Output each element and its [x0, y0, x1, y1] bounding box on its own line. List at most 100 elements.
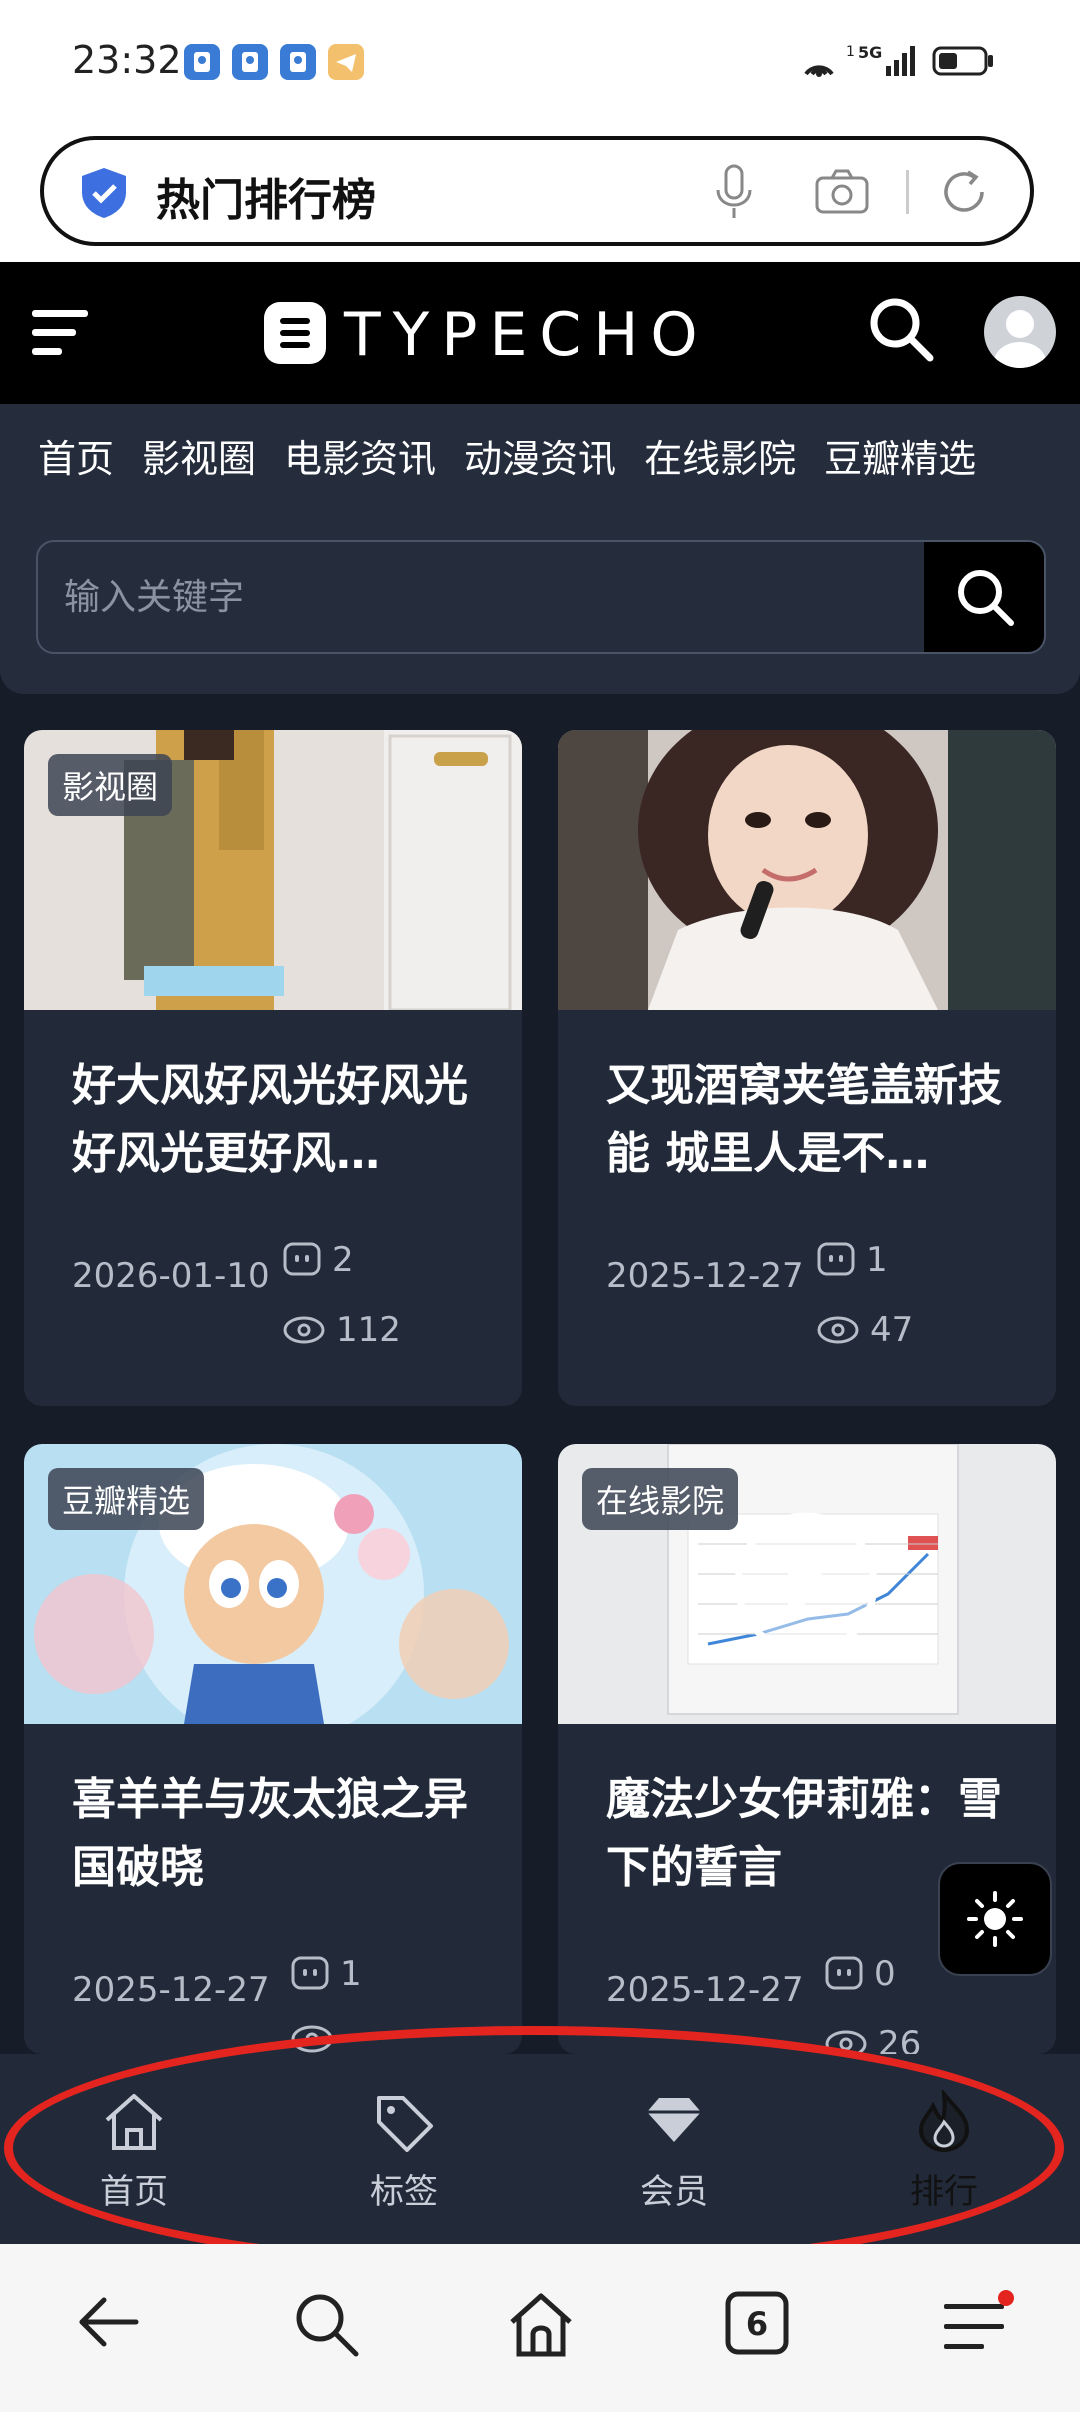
view-count-value: 112	[336, 1310, 401, 1350]
address-bar[interactable]: 热门排行榜	[40, 136, 1034, 246]
refresh-icon[interactable]	[938, 166, 990, 222]
comment-count: 0	[824, 1954, 896, 1994]
status-bar: 23:32 1 5G	[0, 0, 1080, 128]
eye-icon	[817, 1316, 859, 1344]
nav-link-anime-news[interactable]: 动漫资讯	[464, 428, 616, 483]
svg-text:5G: 5G	[858, 43, 882, 62]
browser-address-area: 热门排行榜	[0, 128, 1080, 262]
search-input[interactable]	[38, 542, 924, 652]
nav-link-douban[interactable]: 豆瓣精选	[824, 428, 976, 483]
signal-icon	[886, 46, 915, 76]
nav-link-online-cinema[interactable]: 在线影院	[644, 428, 796, 483]
bottom-nav-tags[interactable]: 标签	[334, 2090, 474, 2213]
site-search-form	[36, 540, 1046, 654]
search-button[interactable]	[924, 542, 1044, 652]
comment-count-value: 1	[866, 1240, 888, 1280]
nav-link-film-circle[interactable]: 影视圈	[142, 428, 256, 483]
theme-toggle-button[interactable]	[938, 1862, 1052, 1976]
post-title[interactable]: 好大风好风光好风光好风光更好风…	[72, 1052, 482, 1188]
bottom-nav-ranking[interactable]: 排行	[874, 2087, 1014, 2213]
search-icon[interactable]	[866, 294, 936, 368]
tag-icon	[377, 2096, 433, 2152]
battery-icon	[932, 46, 993, 76]
status-icons: 1 5G	[798, 40, 1008, 80]
app-notification-icon	[184, 44, 220, 80]
menu-icon[interactable]	[940, 2290, 1014, 2364]
app-notification-icon	[232, 44, 268, 80]
category-nav-panel: 首页 影视圈 电影资讯 动漫资讯 在线影院 豆瓣精选	[0, 404, 1080, 694]
post-card[interactable]: 豆瓣精选 喜羊羊与灰太狼之异国破晓 2025-12-27 1	[24, 1444, 522, 2054]
hotspot-icon	[804, 65, 834, 77]
shield-icon	[80, 166, 128, 224]
eye-icon	[283, 1316, 325, 1344]
post-date: 2025-12-27	[606, 1256, 804, 1296]
category-nav: 首页 影视圈 电影资讯 动漫资讯 在线影院 豆瓣精选	[38, 428, 976, 483]
fire-icon	[918, 2087, 970, 2152]
view-count	[290, 2024, 334, 2054]
logo-mark-icon	[264, 302, 326, 364]
post-card[interactable]: 影视圈 好大风好风光好风光好风光更好风… 2026-01-10 2 112	[24, 730, 522, 1406]
home-icon[interactable]	[506, 2290, 576, 2364]
tabs-button[interactable]: 6	[724, 2290, 790, 2360]
comment-count-value: 1	[340, 1954, 362, 1994]
post-thumbnail[interactable]	[558, 730, 1056, 1010]
site-bottom-nav: 首页 标签 会员 排行	[0, 2054, 1080, 2244]
comment-count: 2	[282, 1240, 354, 1280]
bottom-nav-label: 会员	[640, 2172, 708, 2212]
category-badge[interactable]: 豆瓣精选	[48, 1468, 205, 1530]
back-arrow-icon[interactable]	[76, 2290, 140, 2358]
comment-icon	[283, 1242, 321, 1276]
status-time: 23:32	[72, 38, 182, 82]
post-title[interactable]: 又现酒窝夹笔盖新技能 城里人是不…	[606, 1052, 1016, 1188]
bottom-nav-membership[interactable]: 会员	[604, 2090, 744, 2213]
view-count-value: 47	[870, 1310, 914, 1350]
bottom-nav-home[interactable]: 首页	[64, 2090, 204, 2213]
nav-link-movie-news[interactable]: 电影资讯	[284, 428, 436, 483]
comment-icon	[825, 1956, 863, 1990]
comment-count: 1	[816, 1240, 888, 1280]
nav-link-home[interactable]: 首页	[38, 428, 114, 483]
post-date: 2025-12-27	[72, 1970, 270, 2010]
eye-icon	[291, 2025, 333, 2053]
telegram-notification-icon	[328, 44, 364, 80]
view-count: 112	[282, 1310, 401, 1350]
bottom-nav-label: 标签	[370, 2172, 438, 2212]
post-date: 2025-12-27	[606, 1970, 804, 2010]
post-thumbnail[interactable]: 在线影院	[558, 1444, 1056, 1724]
menu-icon[interactable]	[32, 308, 88, 362]
post-card[interactable]: 又现酒窝夹笔盖新技能 城里人是不… 2025-12-27 1 47	[558, 730, 1056, 1406]
post-thumbnail[interactable]: 豆瓣精选	[24, 1444, 522, 1724]
app-notification-icon	[280, 44, 316, 80]
post-title[interactable]: 喜羊羊与灰太狼之异国破晓	[72, 1766, 482, 1902]
bottom-nav-label: 排行	[910, 2172, 978, 2212]
category-badge[interactable]: 影视圈	[48, 754, 173, 816]
comment-count-value: 0	[874, 1954, 896, 1994]
logo-text: TYPECHO	[344, 300, 710, 370]
post-date: 2026-01-10	[72, 1256, 270, 1296]
site-header: TYPECHO	[0, 262, 1080, 404]
tabs-count: 6	[746, 2305, 768, 2343]
browser-toolbar: 6	[0, 2244, 1080, 2412]
view-count: 47	[816, 1310, 913, 1350]
post-thumbnail[interactable]: 影视圈	[24, 730, 522, 1010]
notification-dot	[998, 2290, 1014, 2306]
comment-count: 1	[290, 1954, 362, 1994]
comment-icon	[817, 1242, 855, 1276]
svg-text:1: 1	[846, 44, 855, 60]
camera-icon[interactable]	[814, 168, 870, 220]
address-text[interactable]: 热门排行榜	[156, 164, 376, 228]
search-icon	[958, 570, 1014, 626]
eye-icon	[825, 2030, 867, 2054]
sun-icon	[967, 1891, 1023, 1947]
view-count: 26	[824, 2024, 921, 2054]
view-count-value: 26	[878, 2024, 922, 2054]
category-badge[interactable]: 在线影院	[582, 1468, 739, 1530]
diamond-icon	[647, 2098, 701, 2142]
microphone-icon[interactable]	[714, 164, 754, 224]
comment-count-value: 2	[332, 1240, 354, 1280]
address-divider	[906, 170, 909, 214]
home-icon	[105, 2094, 163, 2150]
avatar[interactable]	[984, 296, 1056, 368]
search-icon[interactable]	[292, 2290, 362, 2364]
comment-icon	[291, 1956, 329, 1990]
